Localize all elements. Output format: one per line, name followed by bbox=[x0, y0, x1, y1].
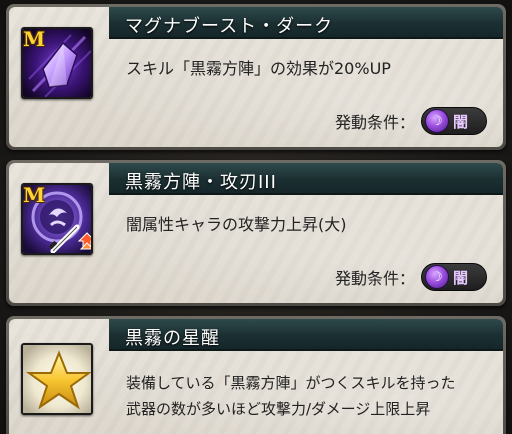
skill-description: スキル「黒霧方陣」の効果が20%UP bbox=[126, 56, 391, 82]
element-name: 闇 bbox=[453, 268, 469, 287]
skill-card-body: 黒霧の星醒 装備している「黒霧方陣」がつくスキルを持った 武器の数が多いほど攻撃… bbox=[9, 319, 503, 434]
skill-description-line: スキル「黒霧方陣」の効果が20%UP bbox=[126, 59, 391, 78]
skill-name: マグナブースト・ダーク bbox=[125, 16, 334, 37]
activation-condition: 発動条件： ☽ 闇 bbox=[335, 106, 487, 136]
m-badge-icon: M bbox=[23, 27, 46, 51]
skill-card[interactable]: 黒霧の星醒 装備している「黒霧方陣」がつくスキルを持った 武器の数が多いほど攻撃… bbox=[6, 316, 506, 434]
dark-element-icon: ☽ bbox=[425, 109, 449, 133]
condition-label: 発動条件： bbox=[334, 113, 415, 132]
activation-condition: 発動条件： ☽ 闇 bbox=[335, 262, 487, 292]
dark-element-icon: ☽ bbox=[425, 265, 449, 289]
skill-description-line: 装備している「黒霧方陣」がつくスキルを持った bbox=[126, 374, 456, 392]
element-badge: ☽ 闇 bbox=[421, 107, 487, 135]
skill-list: マグナブースト・ダーク M スキル「黒霧方陣」の効果が20%UP 発動条件： ☽… bbox=[0, 0, 512, 434]
skill-description-line: 闇属性キャラの攻撃力上昇(大) bbox=[126, 215, 347, 234]
skill-name: 黒霧の星醒 bbox=[125, 328, 220, 349]
m-badge-icon: M bbox=[23, 183, 46, 207]
condition-label: 発動条件： bbox=[334, 269, 415, 288]
element-name: 闇 bbox=[453, 112, 469, 131]
skill-name: 黒霧方陣・攻刃III bbox=[125, 172, 277, 193]
gold-star-icon bbox=[21, 343, 93, 415]
skill-description: 闇属性キャラの攻撃力上昇(大) bbox=[126, 212, 347, 238]
skill-card[interactable]: 黒霧方陣・攻刃III M 闇属性キャラの攻撃力上昇(大) 発動条件： ☽ 闇 bbox=[6, 160, 506, 306]
element-badge: ☽ 闇 bbox=[421, 263, 487, 291]
skill-card[interactable]: マグナブースト・ダーク M スキル「黒霧方陣」の効果が20%UP 発動条件： ☽… bbox=[6, 4, 506, 150]
skill-card-body: 黒霧方陣・攻刃III M 闇属性キャラの攻撃力上昇(大) 発動条件： ☽ 闇 bbox=[9, 163, 503, 303]
skill-card-body: マグナブースト・ダーク M スキル「黒霧方陣」の効果が20%UP 発動条件： ☽… bbox=[9, 7, 503, 147]
skill-description-line: 武器の数が多いほど攻撃力/ダメージ上限上昇 bbox=[126, 400, 431, 418]
skill-description: 装備している「黒霧方陣」がつくスキルを持った 武器の数が多いほど攻撃力/ダメージ… bbox=[126, 370, 456, 422]
